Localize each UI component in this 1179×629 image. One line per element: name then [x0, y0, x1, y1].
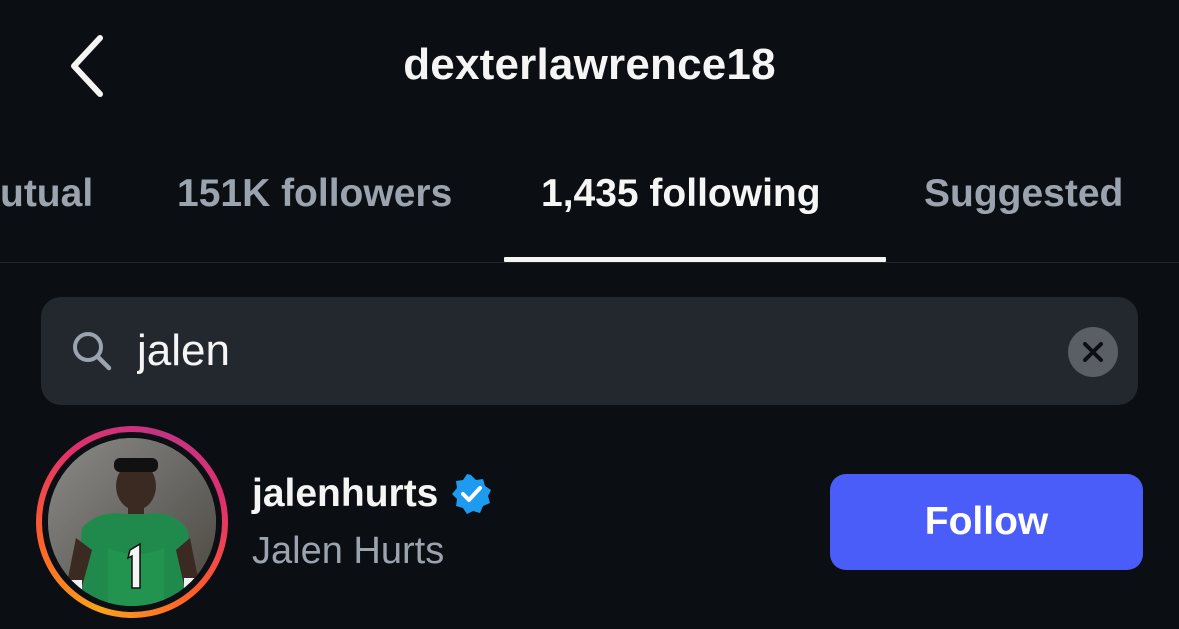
- search-bar[interactable]: [41, 297, 1138, 405]
- username[interactable]: jalenhurts: [252, 472, 438, 516]
- search-icon: [73, 332, 112, 371]
- header: dexterlawrence18: [0, 0, 1179, 130]
- search-input[interactable]: [137, 319, 1037, 383]
- story-ring[interactable]: [36, 426, 228, 618]
- clear-icon: [1083, 342, 1103, 362]
- tab-mutual[interactable]: utual: [0, 172, 93, 216]
- tab-suggested[interactable]: Suggested: [924, 172, 1123, 216]
- page-title: dexterlawrence18: [403, 40, 776, 89]
- verified-badge-icon: [452, 474, 492, 514]
- tab-following[interactable]: 1,435 following: [541, 172, 821, 216]
- divider: [0, 262, 1179, 263]
- clear-search-button[interactable]: [1068, 327, 1118, 377]
- follow-button[interactable]: Follow: [830, 474, 1143, 570]
- tab-bar: utual 151K followers 1,435 following Sug…: [0, 150, 1179, 264]
- avatar: [48, 438, 216, 606]
- username-line[interactable]: jalenhurts: [252, 472, 492, 516]
- app: dexterlawrence18 utual 151K followers 1,…: [0, 0, 1179, 629]
- tab-followers[interactable]: 151K followers: [177, 172, 452, 216]
- list-item[interactable]: jalenhurts Jalen Hurts Follow: [0, 420, 1179, 629]
- full-name: Jalen Hurts: [252, 530, 445, 572]
